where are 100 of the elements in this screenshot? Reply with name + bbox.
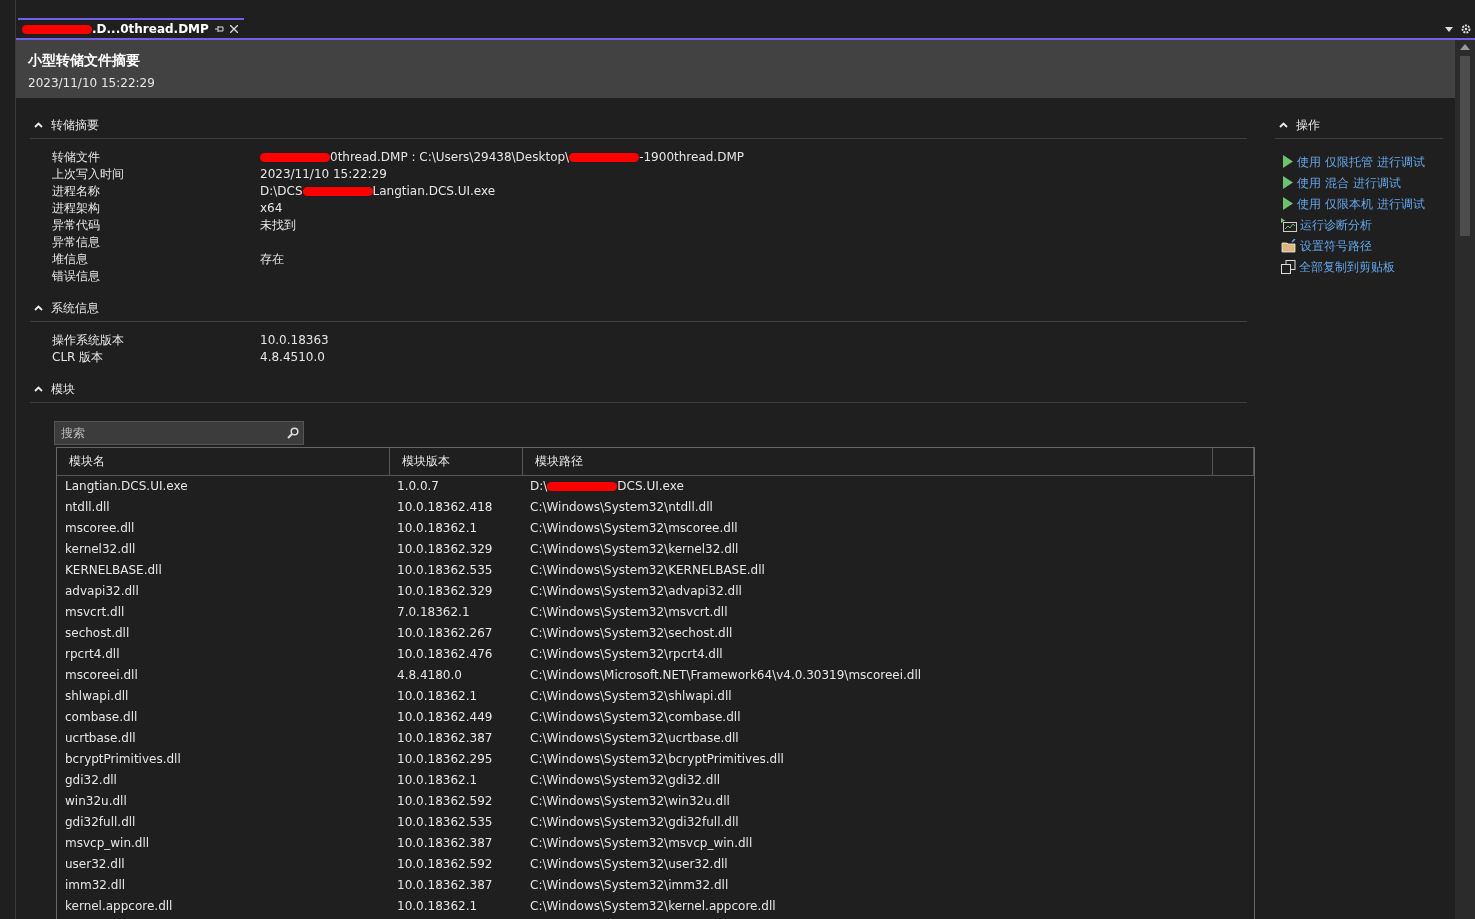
value-text: x64	[260, 201, 283, 215]
action-link[interactable]: 运行诊断分析	[1275, 214, 1455, 235]
value-text: C:\Windows\System32\user32.dll	[530, 856, 728, 871]
table-cell-text: mscoreei.dll	[64, 666, 139, 684]
field-label: 转储文件	[52, 149, 101, 166]
section-header[interactable]: 操作	[1275, 112, 1443, 139]
value-text: C:\Windows\System32\shlwapi.dll	[530, 688, 732, 703]
folder-icon	[1281, 238, 1297, 253]
value-text: C:\Windows\System32\sechost.dll	[530, 625, 733, 640]
collapse-icon[interactable]	[34, 386, 43, 392]
value-text: 4.8.4510.0	[260, 350, 325, 364]
value-text: C:\Windows\System32\kernel32.dll	[530, 541, 739, 556]
value-text: C:\Windows\System32\msvcrt.dll	[530, 604, 728, 619]
table-cell-text: 10.0.18362.329	[396, 540, 494, 558]
value-text: C:\Windows\System32\combase.dll	[530, 709, 741, 724]
value-text: C:\Windows\System32\bcryptPrimitives.dll	[530, 751, 784, 766]
section-header[interactable]: 模块	[30, 376, 1247, 403]
search-box[interactable]: 搜索	[54, 421, 304, 445]
table-cell-text: 10.0.18362.1	[396, 897, 479, 915]
table-cell-text: 10.0.18362.1	[396, 519, 479, 537]
section-header[interactable]: 转储摘要	[30, 112, 1247, 139]
action-link[interactable]: 使用 混合 进行调试	[1275, 172, 1455, 193]
value-text: C:\Windows\System32\rpcrt4.dll	[530, 646, 723, 661]
collapse-icon[interactable]	[1279, 122, 1288, 128]
table-cell-text: user32.dll	[64, 855, 126, 873]
scroll-up-icon[interactable]	[1460, 44, 1470, 50]
table-cell-text: imm32.dll	[64, 876, 127, 894]
field-label: 异常代码	[52, 217, 101, 234]
redaction-mark	[260, 153, 330, 162]
copy-icon	[1281, 259, 1296, 274]
table-cell-text: msvcp_win.dll	[64, 834, 151, 852]
chart-window-icon	[1281, 217, 1297, 232]
column-header[interactable]: 模块版本	[389, 448, 522, 475]
table-cell-text: shlwapi.dll	[64, 687, 130, 705]
section-header[interactable]: 系统信息	[30, 295, 1247, 322]
value-text: C:\Windows\System32\mscoree.dll	[530, 520, 738, 535]
close-icon[interactable]	[229, 25, 238, 33]
value-text: -1900thread.DMP	[639, 150, 744, 164]
play-icon	[1281, 197, 1294, 210]
value-text: C:\Windows\System32\gdi32.dll	[530, 772, 721, 787]
table-cell-text: ucrtbase.dll	[64, 729, 137, 747]
table-cell-text: mscoree.dll	[64, 519, 136, 537]
value-text: C:\Windows\System32\advapi32.dll	[530, 583, 742, 598]
table-cell: Langtian.DCS.UI.exe	[57, 475, 389, 496]
scrollbar-thumb[interactable]	[1460, 56, 1470, 236]
table-cell-text: gdi32full.dll	[64, 813, 137, 831]
table-cell-text: 4.8.4180.0	[396, 666, 463, 684]
table-cell-text: 10.0.18362.592	[396, 792, 494, 810]
table-cell-text: msvcrt.dll	[64, 603, 126, 621]
value-text: C:\Windows\Microsoft.NET\Framework64\v4.0.30319\mscoreei.dll	[530, 667, 922, 682]
action-link[interactable]: 使用 仅限托管 进行调试	[1275, 151, 1455, 172]
value-text: DCS.UI.exe	[617, 478, 684, 493]
collapse-icon[interactable]	[34, 305, 43, 311]
table-cell-text: 10.0.18362.535	[396, 561, 494, 579]
value-text: 存在	[260, 252, 284, 266]
search-icon[interactable]	[287, 427, 299, 439]
settings-icon[interactable]	[1461, 24, 1471, 34]
action-link[interactable]: 设置符号路径	[1275, 235, 1455, 256]
column-header[interactable]: 模块路径	[522, 448, 1212, 475]
redaction-mark	[22, 25, 92, 34]
table-cell-text: 10.0.18362.1	[396, 687, 479, 705]
field-label: 错误信息	[52, 268, 101, 285]
value-text: .D...0thread.DMP	[92, 22, 209, 36]
value-text: C:\Windows\System32\ucrtbase.dll	[530, 730, 739, 745]
table-cell-text: sechost.dll	[64, 624, 131, 642]
table-cell-text: 10.0.18362.387	[396, 834, 494, 852]
value-text: D:\DCS	[260, 184, 303, 198]
play-icon	[1281, 155, 1294, 168]
action-link[interactable]: 使用 仅限本机 进行调试	[1275, 193, 1455, 214]
value-text: C:\Windows\System32\ntdll.dll	[530, 499, 713, 514]
search-field[interactable]: 搜索	[59, 423, 287, 443]
column-header[interactable]: 模块名	[57, 448, 389, 475]
value-text: C:\Windows\System32\msvcp_win.dll	[530, 835, 753, 850]
scrollbar[interactable]	[1455, 40, 1475, 919]
dropdown-icon[interactable]	[1445, 26, 1453, 32]
value-text: C:\Windows\System32\KERNELBASE.dll	[530, 562, 765, 577]
table-cell-text: 10.0.18362.387	[396, 876, 494, 894]
table-cell-text: 10.0.18362.295	[396, 750, 494, 768]
field-label: 进程架构	[52, 200, 101, 217]
table-cell-text: 10.0.18362.1	[396, 771, 479, 789]
table-cell-text: gdi32.dll	[64, 771, 118, 789]
table-cell-text: combase.dll	[64, 708, 139, 726]
collapse-icon[interactable]	[34, 122, 43, 128]
field-label: CLR 版本	[52, 349, 105, 366]
field-label: 上次写入时间	[52, 166, 125, 183]
pin-icon[interactable]	[214, 25, 224, 33]
table-cell-text: bcryptPrimitives.dll	[64, 750, 182, 768]
table-cell-text: KERNELBASE.dll	[64, 561, 163, 579]
table-cell-text: ntdll.dll	[64, 498, 111, 516]
action-link[interactable]: 全部复制到剪贴板	[1275, 256, 1455, 277]
table-cell-text: win32u.dll	[64, 792, 128, 810]
table-cell-text: 10.0.18362.535	[396, 813, 494, 831]
value-text: Langtian.DCS.UI.exe	[372, 184, 496, 198]
value-text: D:\	[530, 478, 548, 493]
table-cell: 1.0.0.7	[389, 475, 522, 496]
value-text: 未找到	[260, 218, 296, 232]
table-cell-text: rpcrt4.dll	[64, 645, 121, 663]
table-cell-text: 10.0.18362.387	[396, 729, 494, 747]
table-cell-text: 10.0.18362.592	[396, 855, 494, 873]
table-cell-text: 10.0.18362.329	[396, 582, 494, 600]
